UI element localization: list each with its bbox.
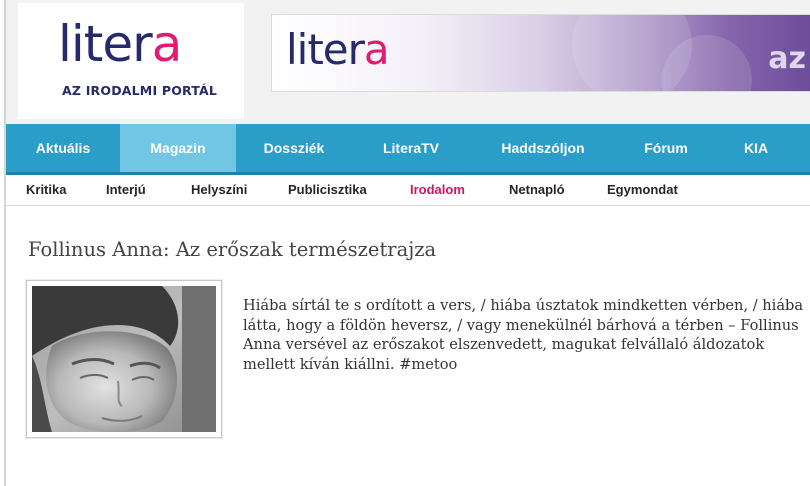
subnav-item-irodalom[interactable]: Irodalom (410, 175, 465, 205)
subnav-item-egymondat[interactable]: Egymondat (607, 175, 678, 205)
logo-wordmark-accent: a (151, 15, 183, 73)
nav-item-aktualis[interactable]: Aktuális (6, 124, 120, 172)
sub-navigation: Kritika Interjú Helyszíni Publicisztika … (6, 175, 810, 206)
banner-side-text: az (768, 41, 806, 76)
article-thumbnail[interactable] (26, 280, 222, 438)
banner-logo-main: liter (286, 25, 365, 74)
page: litera AZ IRODALMI PORTÁL litera az Aktu… (6, 0, 810, 486)
site-header: litera AZ IRODALMI PORTÁL litera az (6, 0, 810, 124)
subnav-item-helyszini[interactable]: Helyszíni (191, 175, 247, 205)
subnav-item-interju[interactable]: Interjú (106, 175, 146, 205)
article-lead: Hiába sírtál te s ordított a vers, / hiá… (243, 297, 804, 373)
banner-logo: litera (286, 25, 390, 74)
banner-logo-accent: a (363, 25, 390, 74)
subnav-item-kritika[interactable]: Kritika (26, 175, 66, 205)
nav-item-magazin[interactable]: Magazin (120, 124, 236, 172)
logo-wordmark-main: liter (58, 15, 153, 73)
nav-item-kia[interactable]: KIA (716, 124, 796, 172)
subnav-item-netnaplo[interactable]: Netnapló (509, 175, 565, 205)
article-title[interactable]: Follinus Anna: Az erőszak természetrajza (28, 238, 436, 261)
header-banner[interactable]: litera az (271, 14, 810, 92)
logo-tagline: AZ IRODALMI PORTÁL (62, 83, 218, 98)
nav-item-dossziek[interactable]: Dossziék (236, 124, 352, 172)
nav-item-haddszoljon[interactable]: Haddszóljon (470, 124, 616, 172)
logo-wordmark: litera (58, 15, 183, 73)
subnav-item-publicisztika[interactable]: Publicisztika (288, 175, 367, 205)
nav-item-forum[interactable]: Fórum (616, 124, 716, 172)
main-navigation: Aktuális Magazin Dossziék LiteraTV Hadds… (6, 124, 810, 175)
author-photo (32, 286, 216, 432)
author-portrait-image (32, 286, 216, 432)
nav-item-literatv[interactable]: LiteraTV (352, 124, 470, 172)
site-logo[interactable]: litera AZ IRODALMI PORTÁL (18, 3, 244, 119)
